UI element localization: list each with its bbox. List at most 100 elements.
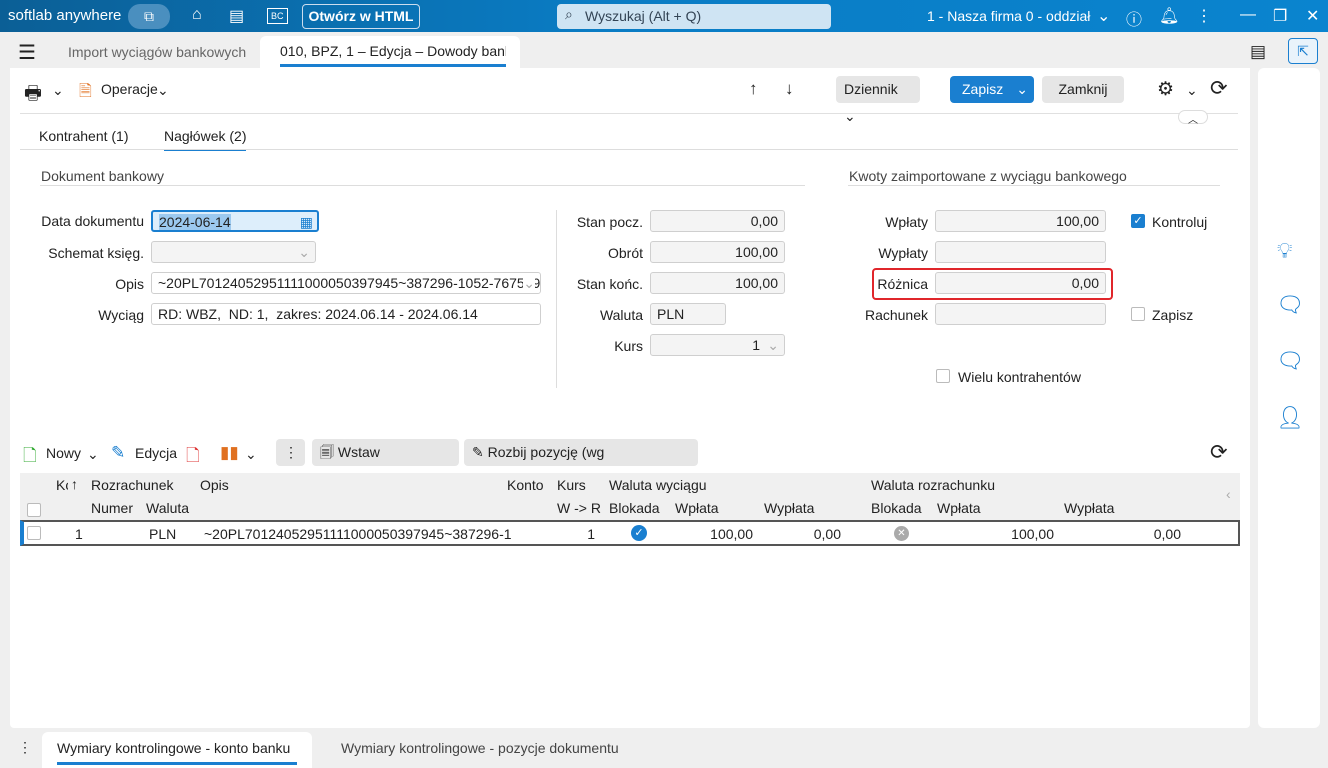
support-icon[interactable]: 👤︎ [1276, 405, 1304, 431]
wielu-checkbox[interactable] [936, 369, 950, 383]
schemat-select[interactable]: ⌄ [151, 241, 316, 263]
kontroluj-checkbox[interactable]: ✓ [1131, 214, 1145, 228]
divider [848, 185, 1220, 186]
list-icon[interactable]: ▤ [1250, 42, 1266, 62]
chart-icon[interactable]: ▮▮ [220, 443, 239, 463]
delete-icon[interactable]: 🗋︎ [186, 443, 200, 472]
col-wplata[interactable]: Wpłata [675, 500, 719, 516]
help-chat-icon[interactable]: 🗨︎ [1276, 348, 1304, 374]
tab-naglowek[interactable]: Nagłówek (2) [164, 128, 247, 151]
refresh-icon[interactable]: ⟳ [1210, 76, 1228, 101]
bell-icon[interactable]: 🔔︎ [1159, 6, 1179, 26]
tab-edycja[interactable]: 010, BPZ, 1 – Edycja – Dowody bankow [280, 36, 506, 67]
lightbulb-icon[interactable]: 💡︎ [1277, 238, 1292, 264]
col-wyplata[interactable]: Wypłata [764, 500, 814, 516]
open-html-button[interactable]: Otwórz w HTML [302, 4, 420, 29]
kurs-select[interactable]: 1 ⌄ [650, 334, 785, 356]
col-blokada-r[interactable]: Blokada [871, 500, 922, 516]
brand: softlab anywhere [8, 7, 122, 24]
divider [20, 149, 1238, 150]
menu-icon[interactable]: ☰ [18, 40, 36, 65]
kurs-value: 1 [752, 337, 760, 353]
wstaw-button[interactable]: 🗐︎ Wstaw rozrachunki [312, 439, 459, 487]
more-icon[interactable]: ⋮ [18, 739, 32, 756]
col-rozrachunek[interactable]: Rozrachunek [91, 477, 174, 493]
search-input[interactable]: Wyszukaj (Alt + Q) [557, 4, 831, 29]
col-blokada[interactable]: Blokada [609, 500, 660, 516]
chevron-down-icon[interactable]: ⌄ [1186, 82, 1198, 99]
col-konto[interactable]: Konto [507, 477, 544, 493]
chevron-down-icon[interactable]: ⌄ [245, 446, 257, 463]
col-opis[interactable]: Opis [200, 477, 229, 493]
col-waluta[interactable]: Waluta [146, 500, 189, 516]
collapse-icon[interactable]: ︿ [1178, 110, 1208, 126]
nowy-button[interactable]: Nowy [46, 445, 81, 461]
rachunek-field [935, 303, 1106, 325]
divider [556, 210, 557, 388]
col-numer[interactable]: Numer [91, 500, 133, 516]
section-kwoty: Kwoty zaimportowane z wyciągu bankowego [849, 168, 1127, 184]
home-icon[interactable]: ⌂ [192, 6, 202, 24]
close-icon[interactable]: ✕ [1306, 6, 1319, 26]
opis-select[interactable]: ~20PL70124052951111000050397945~387296-1… [151, 272, 541, 294]
settings-icon[interactable]: ⚙ [1157, 78, 1174, 101]
cell-opis: ~20PL70124052951111000050397945~387296-1 [204, 526, 512, 542]
zapisz-button[interactable]: Zapisz ⌄ [950, 76, 1034, 103]
bottom-tab-pozycje[interactable]: Wymiary kontrolingowe - pozycje dokument… [341, 740, 619, 756]
dziennik-button[interactable]: Dziennik ⌄ [836, 76, 920, 124]
roznica-field: 0,00 [935, 272, 1106, 294]
check-icon: ✓ [631, 525, 647, 541]
company-select[interactable]: 1 - Nasza firma 0 - oddział [927, 8, 1090, 24]
news-icon[interactable]: ▤ [229, 6, 244, 26]
zamknij-button[interactable]: Zamknij [1042, 76, 1124, 103]
insert-icon: 🗐︎ [320, 444, 338, 460]
bc-icon[interactable]: BC [267, 8, 288, 24]
tab-import[interactable]: Import wyciągów bankowych [68, 36, 246, 68]
windows-icon[interactable]: ⧉ [128, 4, 170, 29]
col-ko[interactable]: Ko [56, 477, 68, 493]
stan-pocz-field: 0,00 [650, 210, 785, 232]
stan-konc-label: Stan końc. [576, 276, 643, 292]
chevron-left-icon[interactable]: ‹ [1226, 486, 1231, 502]
tab-kontrahent[interactable]: Kontrahent (1) [39, 128, 129, 144]
minimize-icon[interactable]: — [1240, 6, 1256, 24]
table-row[interactable] [20, 520, 1240, 546]
rozbij-button[interactable]: ✎ Rozbij pozycję (wg rozrachunków) [464, 439, 698, 487]
operacje-menu[interactable]: Operacje [101, 81, 158, 97]
chevron-down-icon[interactable]: ⌄ [52, 82, 64, 99]
chevron-down-icon[interactable]: ⌄ [1097, 6, 1110, 26]
chevron-down-icon: ⌄ [157, 82, 169, 98]
zapisz-checkbox[interactable] [1131, 307, 1145, 321]
col-wplata-r[interactable]: Wpłata [937, 500, 981, 516]
refresh-icon[interactable]: ⟳ [1210, 440, 1228, 465]
arrow-down-icon[interactable]: ↓ [785, 79, 794, 99]
restore-icon[interactable]: ❐ [1273, 6, 1287, 26]
more-icon[interactable]: ⋮ [1196, 6, 1212, 26]
more-button[interactable]: ⋮ [276, 439, 305, 466]
data-dokumentu-input[interactable]: 2024-06-14 ▦ [151, 210, 319, 232]
dziennik-label: Dziennik [844, 81, 898, 97]
col-wyplata-r[interactable]: Wypłata [1064, 500, 1114, 516]
select-all-checkbox[interactable] [27, 503, 41, 517]
row-checkbox[interactable] [27, 526, 41, 540]
chat-icon[interactable]: 🗨︎ [1276, 292, 1304, 318]
edycja-button[interactable]: Edycja [135, 445, 177, 461]
arrow-up-icon[interactable]: ↑ [749, 79, 758, 99]
help-icon[interactable]: ⓘ [1126, 6, 1142, 30]
col-w-r[interactable]: W -> R [557, 500, 601, 516]
printer-icon[interactable]: 🖶︎ [24, 79, 42, 111]
sort-up-icon[interactable]: ↑ [71, 476, 78, 492]
bottom-tab-konto[interactable]: Wymiary kontrolingowe - konto banku [57, 740, 297, 765]
kontroluj-label: Kontroluj [1152, 214, 1208, 230]
wyciag-input[interactable]: RD: WBZ, ND: 1, zakres: 2024.06.14 - 202… [151, 303, 541, 325]
share-icon[interactable]: ⇱ [1288, 38, 1318, 64]
col-waluta-rozrachunku[interactable]: Waluta rozrachunku [871, 477, 995, 493]
edit-icon: ✎ [111, 443, 126, 462]
col-waluta-wyciagu[interactable]: Waluta wyciągu [609, 477, 707, 493]
col-kurs[interactable]: Kurs [557, 477, 586, 493]
obrot-field: 100,00 [650, 241, 785, 263]
chevron-down-icon[interactable]: ⌄ [87, 446, 99, 463]
right-sidebar [1258, 68, 1320, 728]
roznica-label: Różnica [877, 276, 928, 292]
calendar-icon[interactable]: ▦ [300, 212, 313, 232]
